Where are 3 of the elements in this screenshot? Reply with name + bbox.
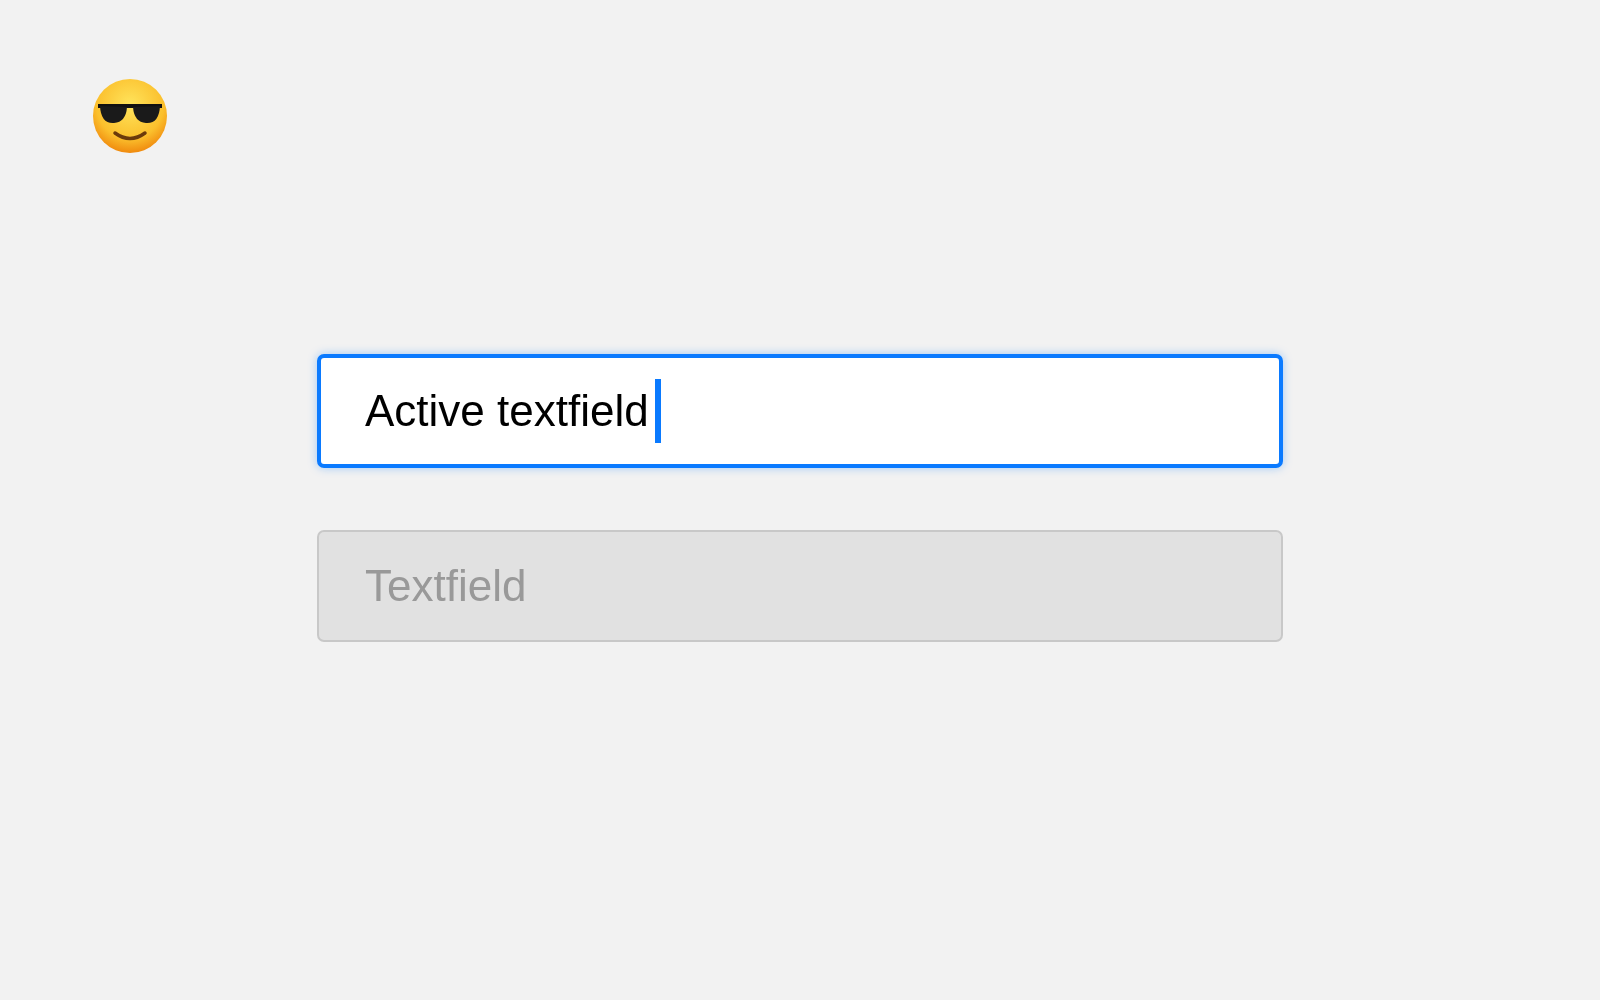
text-cursor [654, 379, 661, 443]
sunglasses-smiley-icon [92, 78, 168, 154]
text-field[interactable]: Active textfield [317, 354, 1283, 468]
